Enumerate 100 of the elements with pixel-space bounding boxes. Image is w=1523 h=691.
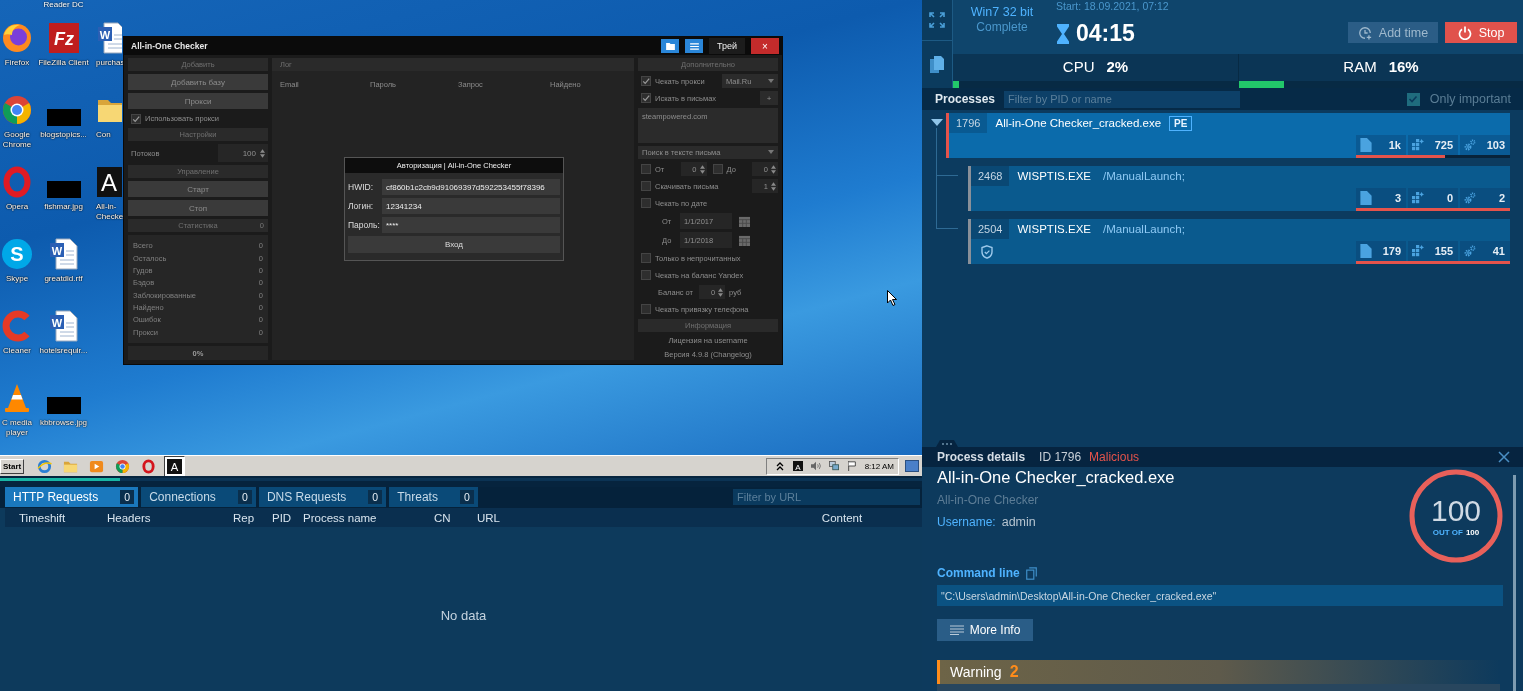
login-button[interactable]: Вход (348, 236, 560, 253)
panel-button[interactable]: Стоп (128, 200, 268, 216)
column-header[interactable]: Rep (219, 511, 258, 524)
input-field[interactable]: cf860b1c2cb9d91069397d592253455f78396 (382, 179, 560, 195)
spinner-arrows-icon[interactable] (771, 164, 776, 174)
desktop-icon-label[interactable]: purchas (96, 58, 125, 68)
desktop-icon-label[interactable]: Skype (5, 274, 29, 284)
column-header[interactable]: URL (463, 511, 762, 524)
tab[interactable]: DNS Requests 0 (258, 487, 387, 507)
desktop-icon-label[interactable]: greatdid.rtf (44, 274, 83, 284)
close-button[interactable]: × (751, 38, 779, 54)
redacted-thumbnail[interactable] (46, 397, 81, 414)
spinner-arrows-icon[interactable] (699, 164, 705, 174)
redacted-thumbnail[interactable] (46, 109, 81, 126)
drag-handle-icon[interactable] (936, 440, 958, 447)
speaker-icon[interactable] (810, 461, 821, 471)
column-header[interactable]: Content (762, 511, 922, 524)
spinner-arrows-icon[interactable] (718, 287, 724, 297)
score-max: 100 (1465, 528, 1480, 537)
check-icon (1408, 94, 1419, 104)
close-button[interactable] (1498, 451, 1510, 463)
desktop-icon-label[interactable]: All-in- Checke (96, 202, 124, 222)
tray-button[interactable]: Трей (709, 38, 745, 54)
input-field[interactable]: 12341234 (382, 198, 560, 214)
desktop-icon-label[interactable]: kbbrowse.jpg (39, 418, 88, 428)
desktop-icon-label[interactable]: blogstopics... (40, 130, 87, 140)
desktop-icon-label[interactable]: Con (96, 130, 111, 140)
browser-icon[interactable] (1, 94, 33, 126)
more-info-button[interactable]: More Info (937, 619, 1033, 641)
panel-button[interactable]: Прокси (128, 93, 268, 109)
process-row[interactable]: 2504 WISPTIS.EXE /ManualLaunch; 179 155 41 (968, 219, 1510, 264)
input-field[interactable]: **** (382, 217, 560, 233)
stop-button[interactable]: Stop (1445, 22, 1517, 43)
redacted-thumbnail[interactable] (46, 181, 81, 198)
scrollbar[interactable] (1513, 475, 1516, 691)
checkbox[interactable] (641, 253, 651, 263)
checkbox[interactable] (641, 164, 651, 174)
chevron-up-icon[interactable] (774, 461, 785, 471)
number-field[interactable]: 100 (218, 144, 268, 162)
app-logo-icon[interactable]: A (792, 461, 803, 471)
copy-icon[interactable] (929, 55, 945, 74)
desktop-icon-label[interactable]: hotelsrequir... (39, 346, 88, 356)
add-button[interactable]: + (760, 91, 778, 105)
desktop-icon-label[interactable]: fishmar.jpg (44, 202, 83, 212)
process-name: All-in-One Checker_cracked.exe (995, 116, 1162, 131)
process-row[interactable]: 2468 WISPTIS.EXE /ManualLaunch; 3 0 2 (968, 166, 1510, 211)
expand-icon[interactable] (929, 12, 945, 28)
flag-icon[interactable] (846, 461, 857, 471)
caret-down-icon[interactable] (931, 119, 943, 126)
add-time-button[interactable]: Add time (1348, 22, 1438, 43)
checkbox[interactable] (641, 76, 651, 86)
calendar-icon[interactable] (739, 234, 750, 246)
desktop-icon-label[interactable]: C media player (2, 418, 32, 438)
app-logo-icon[interactable]: Fz (47, 22, 80, 54)
show-desktop-icon[interactable] (905, 459, 919, 473)
panel-button[interactable]: Добавить базу (128, 74, 268, 90)
clock[interactable]: 8:12 AM (864, 461, 894, 471)
menu-button[interactable] (685, 39, 703, 53)
checkbox[interactable] (641, 270, 651, 280)
checkbox-label[interactable]: Only important (1429, 92, 1511, 106)
app-logo-icon[interactable]: A (96, 166, 122, 198)
start-button[interactable]: Start (0, 458, 25, 474)
desktop-icon-label[interactable]: Firefox (4, 58, 30, 68)
desktop-icon-label[interactable]: Google Chrome (2, 130, 32, 150)
folder-button[interactable] (661, 39, 679, 53)
process-name: All-in-One Checker_cracked.exe (937, 467, 1175, 487)
checkbox[interactable] (641, 198, 651, 208)
tab[interactable]: HTTP Requests 0 (5, 487, 139, 507)
network-icon[interactable] (828, 461, 839, 471)
tab[interactable]: Threats 0 (389, 487, 478, 507)
spinner-arrows-icon[interactable] (260, 148, 265, 158)
desktop-icon-label[interactable]: FileZilla Client (38, 58, 89, 68)
checkbox[interactable] (1406, 92, 1420, 106)
checkbox[interactable] (641, 181, 651, 191)
checkbox[interactable] (131, 113, 141, 124)
caret-icon (768, 79, 774, 83)
column-header[interactable]: PID (258, 511, 289, 524)
check-icon (642, 94, 650, 102)
panel-button[interactable]: Старт (128, 181, 268, 197)
filter-field[interactable]: Filter by PID or name (1004, 90, 1241, 108)
process-row[interactable]: 1796 All-in-One Checker_cracked.exe PE 1k 725 103 (946, 113, 1510, 158)
section-title: Processes (935, 92, 996, 106)
checkbox[interactable] (712, 164, 723, 174)
file-icon (1360, 244, 1372, 258)
tab[interactable]: Connections 0 (141, 487, 256, 507)
stat-value: 3 (1394, 192, 1401, 204)
column-header[interactable]: Headers (93, 511, 219, 524)
spinner-arrows-icon[interactable] (771, 181, 776, 191)
column-header[interactable]: Timeshift (5, 511, 93, 524)
filter-field[interactable]: Filter by URL (733, 489, 920, 505)
browser-icon[interactable] (1, 22, 33, 54)
checkbox[interactable] (641, 304, 651, 314)
column-header[interactable]: CN (420, 511, 463, 524)
checkbox[interactable] (641, 93, 651, 103)
desktop-icon-label[interactable]: Cleaner (3, 346, 31, 356)
browser-icon (37, 458, 53, 474)
copy-icon[interactable] (1025, 566, 1037, 580)
desktop-icon-label[interactable]: Opera (5, 202, 29, 212)
calendar-icon[interactable] (739, 215, 750, 227)
stat-value: 2 (1498, 192, 1505, 204)
